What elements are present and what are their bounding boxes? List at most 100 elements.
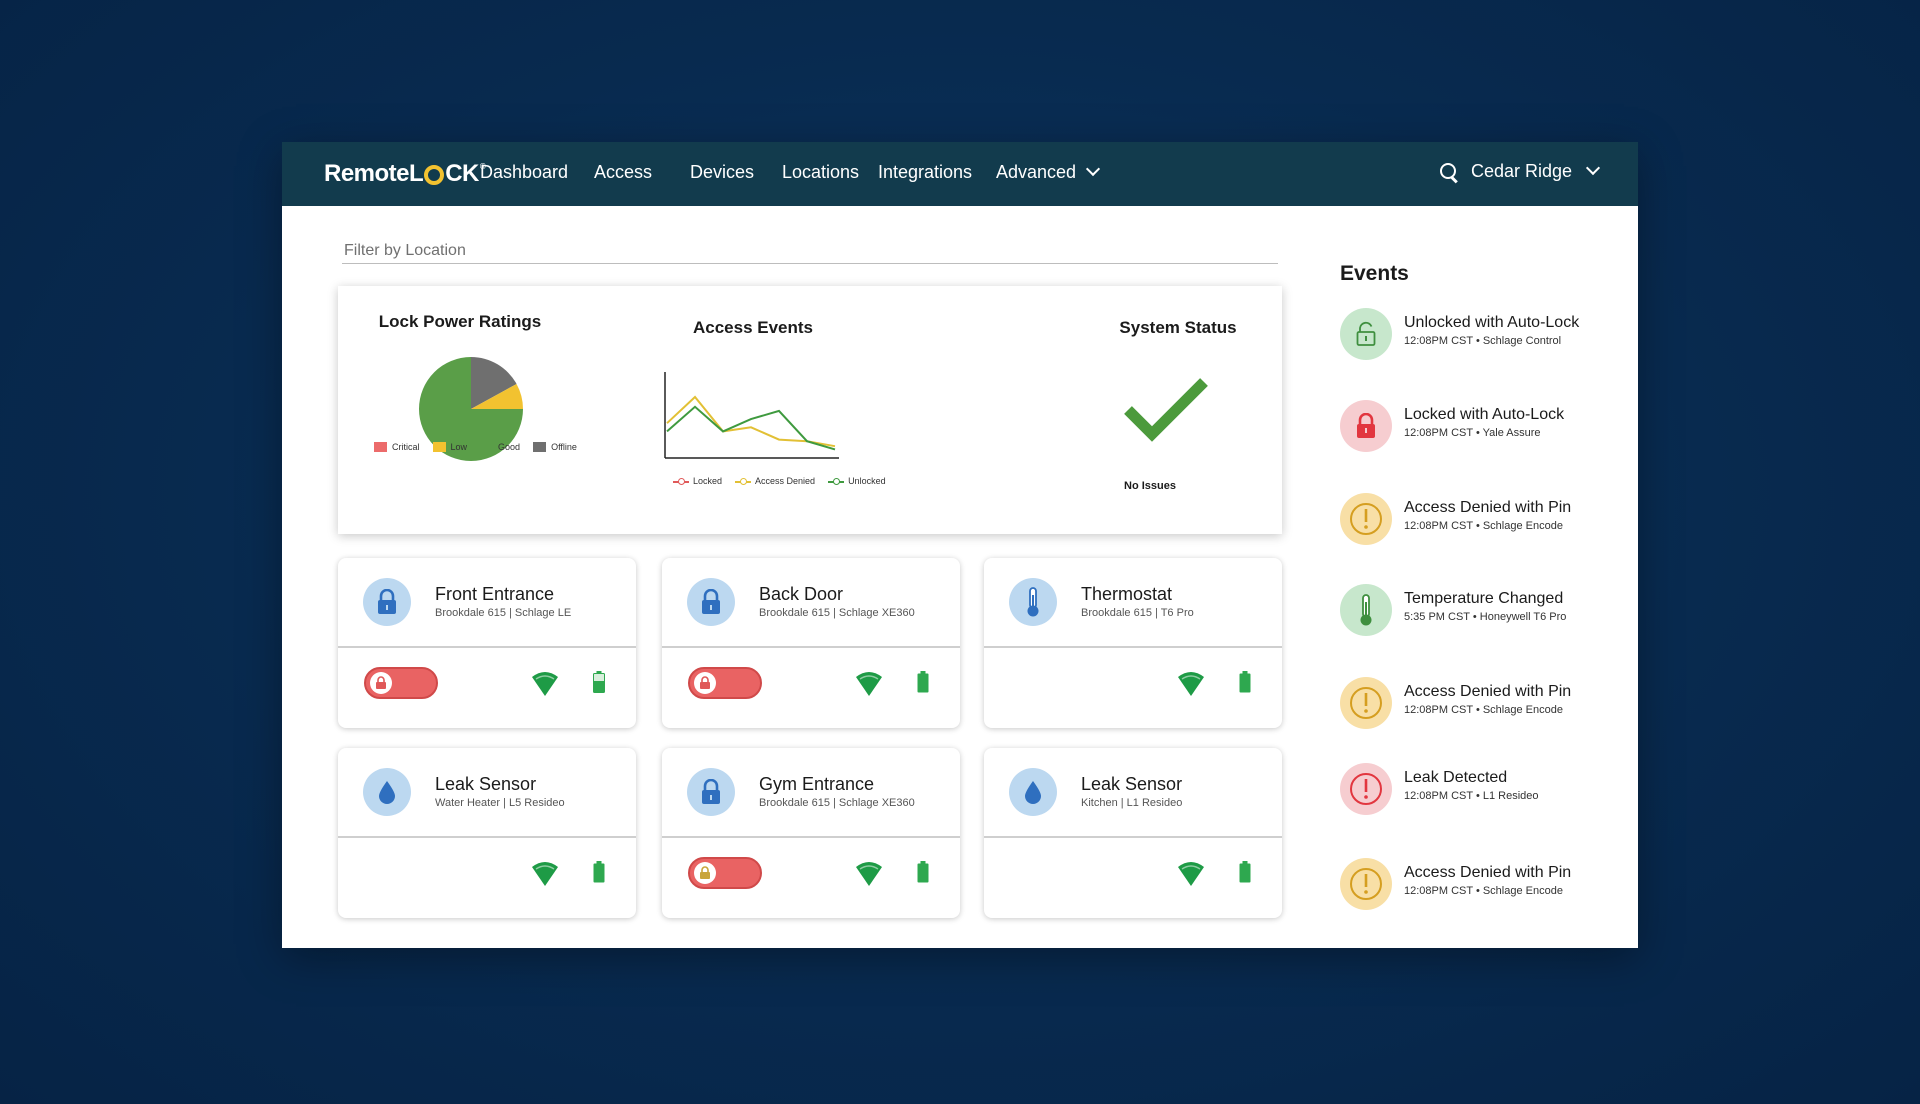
- device-card-leak-sensor-kitchen[interactable]: Leak Sensor Kitchen | L1 Resideo: [984, 748, 1282, 918]
- logo-lock: L CK ®: [409, 160, 486, 188]
- battery-low-icon: [593, 671, 605, 693]
- event-subtitle: 12:08PM CST • Yale Assure: [1404, 427, 1541, 439]
- device-card-front-entrance[interactable]: Front Entrance Brookdale 615 | Schlage L…: [338, 558, 636, 728]
- warning-icon: [1340, 493, 1392, 545]
- padlock-icon: [687, 578, 735, 626]
- system-status-title: System Status: [1119, 318, 1237, 337]
- water-drop-icon: [1009, 768, 1057, 816]
- event-title: Leak Detected: [1404, 769, 1508, 786]
- divider: [984, 836, 1282, 838]
- device-subtitle: Brookdale 615 | Schlage LE: [435, 607, 572, 619]
- event-item[interactable]: Temperature Changed 5:35 PM CST • Honeyw…: [1340, 582, 1620, 638]
- divider: [338, 646, 636, 648]
- legend-swatch: [533, 442, 547, 452]
- location-selector[interactable]: Cedar Ridge: [1439, 160, 1601, 182]
- device-card-leak-sensor-water-heater[interactable]: Leak Sensor Water Heater | L5 Resideo: [338, 748, 636, 918]
- legend-label: Good: [498, 442, 521, 452]
- legend-low: Low: [432, 442, 467, 452]
- legend-locked: Locked: [673, 476, 722, 486]
- search-icon[interactable]: [1439, 162, 1459, 182]
- device-subtitle: Brookdale 615 | Schlage XE360: [759, 797, 915, 809]
- nav-dashboard[interactable]: Dashboard: [480, 162, 568, 183]
- chevron-down-icon: [1085, 161, 1101, 176]
- device-name: Back Door: [759, 584, 844, 604]
- battery-full-icon: [917, 861, 929, 883]
- event-item[interactable]: Locked with Auto-Lock 12:08PM CST • Yale…: [1340, 398, 1620, 454]
- legend-line-swatch: [673, 476, 689, 486]
- battery-full-icon: [917, 671, 929, 693]
- device-name: Front Entrance: [435, 584, 555, 604]
- padlock-icon: [363, 578, 411, 626]
- divider: [662, 646, 960, 648]
- device-card-back-door[interactable]: Back Door Brookdale 615 | Schlage XE360: [662, 558, 960, 728]
- app-window: Remote L CK ® Dashboard Access Devices L…: [282, 142, 1638, 948]
- lock-power-title: Lock Power Ratings: [378, 312, 542, 331]
- wifi-signal-icon: [856, 672, 882, 696]
- legend-swatch: [432, 442, 446, 452]
- access-events-line-chart: [664, 372, 839, 459]
- lock-toggle[interactable]: [364, 667, 438, 699]
- wifi-signal-icon: [532, 862, 558, 886]
- event-subtitle: 12:08PM CST • Schlage Encode: [1404, 885, 1563, 897]
- legend-swatch: [480, 442, 494, 452]
- event-title: Temperature Changed: [1404, 590, 1564, 607]
- water-drop-icon: [363, 768, 411, 816]
- locked-padlock-icon: [1340, 400, 1392, 452]
- device-name: Leak Sensor: [435, 774, 537, 794]
- legend-unlocked: Unlocked: [828, 476, 886, 486]
- legend-label: Locked: [693, 476, 723, 486]
- nav-access[interactable]: Access: [594, 162, 652, 183]
- lock-toggle[interactable]: [688, 857, 762, 889]
- filter-by-location-input[interactable]: [342, 238, 1278, 264]
- legend-swatch: [374, 442, 387, 452]
- remotelock-logo[interactable]: Remote L CK ®: [324, 160, 486, 188]
- device-subtitle: Kitchen | L1 Resideo: [1081, 797, 1183, 809]
- divider: [662, 836, 960, 838]
- nav-integrations[interactable]: Integrations: [878, 162, 972, 183]
- event-title: Access Denied with Pin: [1404, 864, 1572, 881]
- warning-icon: [1340, 858, 1392, 910]
- event-item[interactable]: Access Denied with Pin 12:08PM CST • Sch…: [1340, 491, 1620, 547]
- checkmark-icon: [1124, 378, 1208, 442]
- chevron-down-icon: [1585, 160, 1601, 175]
- device-card-thermostat[interactable]: Thermostat Brookdale 615 | T6 Pro: [984, 558, 1282, 728]
- event-item[interactable]: Access Denied with Pin 12:08PM CST • Sch…: [1340, 856, 1620, 912]
- unlocked-padlock-icon: [1340, 308, 1392, 360]
- thermometer-icon: [1009, 578, 1057, 626]
- legend-good: Good: [480, 442, 520, 452]
- wifi-signal-icon: [532, 672, 558, 696]
- warning-icon: [1340, 677, 1392, 729]
- system-status-text: No Issues: [1124, 480, 1176, 492]
- locked-padlock-icon: [694, 862, 716, 884]
- legend-critical: Critical: [374, 442, 420, 452]
- logo-lock-o-icon: [424, 165, 445, 185]
- padlock-icon: [687, 768, 735, 816]
- event-item[interactable]: Unlocked with Auto-Lock 12:08PM CST • Sc…: [1340, 306, 1620, 362]
- logo-l: L: [409, 160, 424, 187]
- nav-locations[interactable]: Locations: [782, 162, 859, 183]
- lock-toggle[interactable]: [688, 667, 762, 699]
- event-title: Unlocked with Auto-Lock: [1404, 314, 1580, 331]
- wifi-signal-icon: [856, 862, 882, 886]
- battery-full-icon: [1239, 861, 1251, 883]
- battery-full-icon: [1239, 671, 1251, 693]
- nav-devices[interactable]: Devices: [690, 162, 754, 183]
- nav-advanced[interactable]: Advanced: [996, 161, 1101, 183]
- top-nav: Remote L CK ® Dashboard Access Devices L…: [282, 142, 1638, 206]
- stats-card: Lock Power Ratings Critical Low Good Off…: [338, 286, 1282, 534]
- device-subtitle: Water Heater | L5 Resideo: [435, 797, 565, 809]
- device-name: Thermostat: [1081, 584, 1173, 604]
- event-subtitle: 12:08PM CST • L1 Resideo: [1404, 790, 1539, 802]
- legend-offline: Offline: [533, 442, 577, 452]
- thermometer-icon: [1340, 584, 1392, 636]
- events-title: Events: [1340, 262, 1409, 285]
- legend-access-denied: Access Denied: [735, 476, 815, 486]
- event-item[interactable]: Leak Detected 12:08PM CST • L1 Resideo: [1340, 761, 1620, 817]
- event-subtitle: 12:08PM CST • Schlage Encode: [1404, 704, 1563, 716]
- access-events-title: Access Events: [692, 318, 814, 337]
- locked-padlock-icon: [370, 672, 392, 694]
- device-name: Gym Entrance: [759, 774, 875, 794]
- device-card-gym-entrance[interactable]: Gym Entrance Brookdale 615 | Schlage XE3…: [662, 748, 960, 918]
- event-item[interactable]: Access Denied with Pin 12:08PM CST • Sch…: [1340, 675, 1620, 731]
- event-title: Access Denied with Pin: [1404, 683, 1572, 700]
